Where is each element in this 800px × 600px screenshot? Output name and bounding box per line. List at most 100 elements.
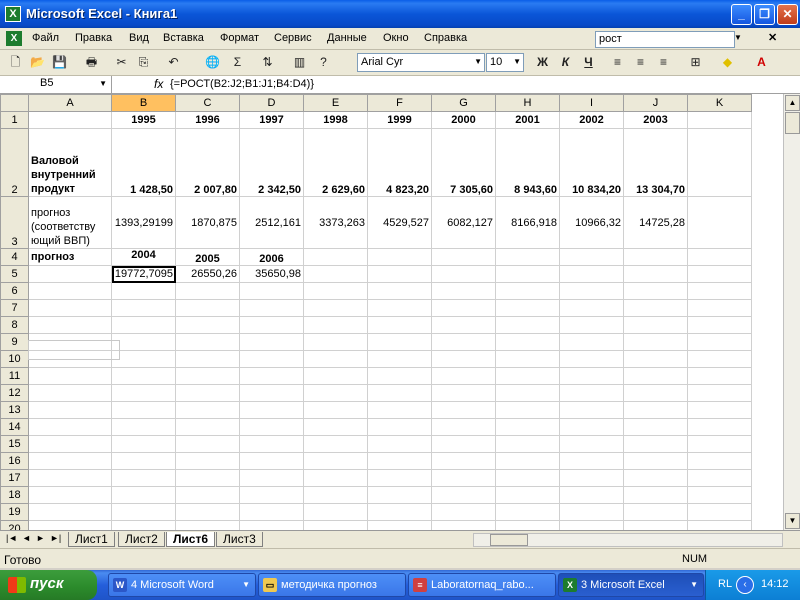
cell[interactable] [28, 486, 112, 504]
cell[interactable] [431, 503, 496, 521]
cell[interactable] [239, 299, 304, 317]
column-header-e[interactable]: E [303, 94, 368, 112]
sheet-tab-2[interactable]: Лист2 [118, 532, 165, 547]
cell[interactable] [28, 435, 112, 453]
row-header[interactable]: 5 [0, 265, 29, 283]
cell[interactable] [687, 469, 752, 487]
cell[interactable] [623, 418, 688, 436]
cell[interactable] [623, 486, 688, 504]
cell[interactable] [28, 418, 112, 436]
new-icon[interactable]: 🗋 [6, 53, 25, 72]
undo-icon[interactable]: ↶ [164, 53, 183, 72]
cell[interactable] [559, 435, 624, 453]
cell[interactable] [559, 282, 624, 300]
cell[interactable] [559, 333, 624, 351]
cell[interactable] [28, 503, 112, 521]
cell[interactable] [28, 452, 112, 470]
cell-f4[interactable] [367, 248, 432, 266]
cell[interactable] [239, 469, 304, 487]
cell[interactable] [303, 452, 368, 470]
cell[interactable] [111, 299, 176, 317]
cell-k4[interactable] [687, 248, 752, 266]
cell[interactable] [111, 333, 176, 351]
cell[interactable] [175, 350, 240, 368]
column-header-c[interactable]: C [175, 94, 240, 112]
last-sheet-icon[interactable]: ►| [50, 533, 61, 543]
menu-data[interactable]: Данные [327, 32, 367, 44]
hyperlink-icon[interactable]: 🌐 [203, 53, 222, 72]
cell[interactable] [431, 333, 496, 351]
cell[interactable] [28, 299, 112, 317]
cell-j1[interactable]: 2003 [623, 111, 688, 129]
cell-d4[interactable]: 2006 [239, 248, 304, 266]
cell[interactable] [495, 350, 560, 368]
cell-h2[interactable]: 8 943,60 [495, 128, 560, 197]
cell[interactable] [623, 316, 688, 334]
cell[interactable] [303, 503, 368, 521]
chart-icon[interactable]: ▥ [290, 53, 309, 72]
cell[interactable] [431, 520, 496, 530]
cell[interactable] [559, 316, 624, 334]
cell[interactable] [687, 316, 752, 334]
cell[interactable] [239, 452, 304, 470]
cell[interactable] [495, 452, 560, 470]
help-icon[interactable]: ? [314, 53, 333, 72]
cell[interactable] [431, 401, 496, 419]
column-header-i[interactable]: I [559, 94, 624, 112]
cell[interactable] [28, 469, 112, 487]
menu-file[interactable]: Файл [32, 32, 59, 44]
cell[interactable] [559, 299, 624, 317]
print-icon[interactable]: 🖶 [82, 53, 101, 72]
name-box[interactable]: B5 ▼ [2, 76, 112, 93]
row-header[interactable]: 17 [0, 469, 29, 487]
cell[interactable] [559, 350, 624, 368]
scroll-thumb[interactable] [785, 112, 800, 134]
cell-i4[interactable] [559, 248, 624, 266]
cell[interactable] [303, 520, 368, 530]
column-header-g[interactable]: G [431, 94, 496, 112]
cell-d3[interactable]: 2512,161 [239, 196, 304, 249]
cell[interactable] [623, 452, 688, 470]
cell-e3[interactable]: 3373,263 [303, 196, 368, 249]
next-sheet-icon[interactable]: ► [36, 533, 45, 543]
cell[interactable] [687, 452, 752, 470]
borders-icon[interactable]: ⊞ [686, 53, 705, 72]
column-header-d[interactable]: D [239, 94, 304, 112]
cell[interactable] [239, 520, 304, 530]
save-icon[interactable]: 💾 [50, 53, 69, 72]
start-button[interactable]: пуск [0, 570, 97, 600]
cell[interactable] [239, 367, 304, 385]
cell-h4[interactable] [495, 248, 560, 266]
cell[interactable] [559, 367, 624, 385]
cell[interactable] [303, 486, 368, 504]
cell[interactable] [303, 401, 368, 419]
cell[interactable] [111, 282, 176, 300]
cell[interactable] [303, 384, 368, 402]
cell[interactable] [367, 333, 432, 351]
cell-b4[interactable]: 2004 [111, 248, 176, 266]
column-header-a[interactable]: A [28, 94, 112, 112]
cell-h5[interactable] [495, 265, 560, 283]
cell[interactable] [687, 520, 752, 530]
open-icon[interactable]: 📂 [28, 53, 47, 72]
cell[interactable] [303, 282, 368, 300]
menu-format[interactable]: Формат [220, 32, 259, 44]
cell[interactable] [367, 316, 432, 334]
cell[interactable] [495, 333, 560, 351]
cell-f5[interactable] [367, 265, 432, 283]
vertical-scrollbar[interactable]: ▲ ▼ [783, 94, 800, 530]
cell[interactable] [623, 435, 688, 453]
cell[interactable] [687, 350, 752, 368]
cell[interactable] [623, 299, 688, 317]
align-center-icon[interactable]: ≡ [631, 53, 650, 72]
workbook-icon[interactable]: X [6, 31, 22, 46]
cell[interactable] [367, 401, 432, 419]
cell-k5[interactable] [687, 265, 752, 283]
row-header[interactable]: 8 [0, 316, 29, 334]
cell[interactable] [239, 316, 304, 334]
menu-edit[interactable]: Правка [75, 32, 112, 44]
font-name-select[interactable]: Arial Cyr ▼ [357, 53, 485, 72]
row-header[interactable]: 9 [0, 333, 29, 351]
cell[interactable] [111, 486, 176, 504]
cell[interactable] [111, 384, 176, 402]
